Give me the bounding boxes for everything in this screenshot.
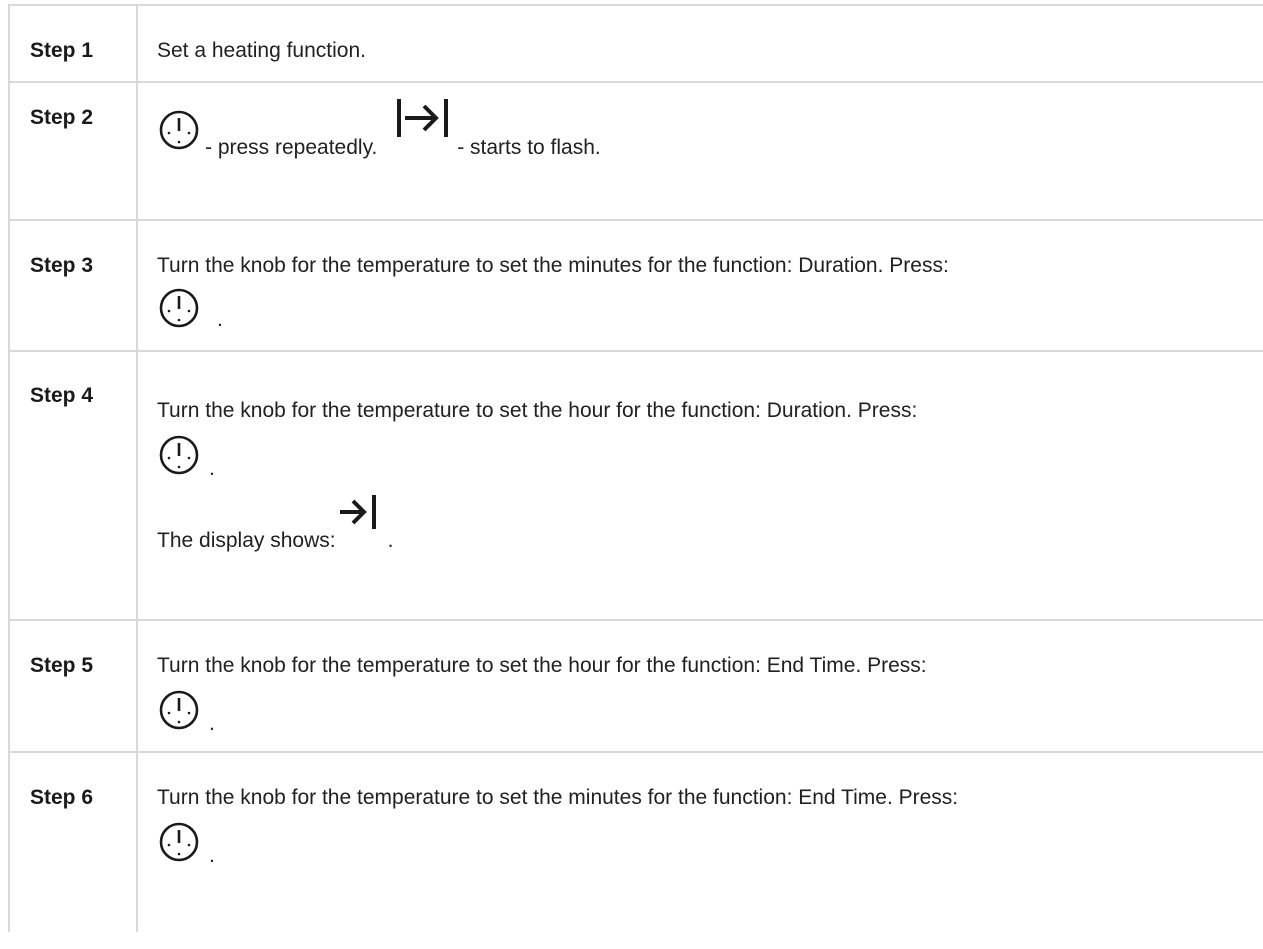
timer-icon: [157, 434, 201, 476]
step-label: Step 4: [8, 350, 138, 621]
timer-icon: [157, 287, 201, 329]
end-arrow-bar-icon: [338, 492, 380, 532]
step-label: Step 1: [8, 4, 138, 83]
step-label: Step 6: [8, 751, 138, 932]
step-trailing-period: .: [209, 712, 215, 735]
step-instruction: Turn the knob for the temperature to set…: [157, 399, 918, 422]
timer-icon: [157, 689, 201, 731]
step-row: Step 3 Turn the knob for the temperature…: [8, 219, 1263, 352]
step-label: Step 2: [8, 81, 138, 221]
step-text: Set a heating function.: [136, 4, 1263, 83]
timer-icon: [157, 821, 201, 863]
step-text: Turn the knob for the temperature to set…: [136, 619, 1263, 753]
step-instruction: Turn the knob for the temperature to set…: [157, 786, 959, 809]
step-text: Turn the knob for the temperature to set…: [136, 350, 1263, 621]
step-trailing-period: .: [209, 844, 215, 867]
timer-icon: [157, 109, 201, 151]
duration-arrow-bar-icon: [395, 95, 451, 141]
display-shows-text: The display shows:: [157, 529, 336, 552]
step-row: Step 1 Set a heating function.: [8, 4, 1263, 83]
step-row: Step 2 - press repeatedly. - starts to f…: [8, 81, 1263, 221]
step-row: Step 6 Turn the knob for the temperature…: [8, 751, 1263, 932]
step-trailing-period: .: [217, 308, 223, 331]
step-text: - press repeatedly. - starts to flash.: [136, 81, 1263, 221]
step-row: Step 5 Turn the knob for the temperature…: [8, 619, 1263, 753]
step-row: Step 4 Turn the knob for the temperature…: [8, 350, 1263, 621]
steps-table: Step 1 Set a heating function. Step 2 - …: [8, 4, 1263, 932]
step-trailing-period: .: [387, 529, 394, 552]
step-text: Turn the knob for the temperature to set…: [136, 751, 1263, 932]
step-label: Step 3: [8, 219, 138, 352]
step-instruction: - press repeatedly.: [205, 136, 378, 159]
step-trailing-period: .: [209, 457, 215, 480]
step-instruction: Set a heating function.: [157, 39, 366, 62]
step-instruction: Turn the knob for the temperature to set…: [157, 654, 927, 677]
step-instruction: - starts to flash.: [457, 136, 601, 159]
step-text: Turn the knob for the temperature to set…: [136, 219, 1263, 352]
step-instruction: Turn the knob for the temperature to set…: [157, 254, 949, 277]
step-label: Step 5: [8, 619, 138, 753]
